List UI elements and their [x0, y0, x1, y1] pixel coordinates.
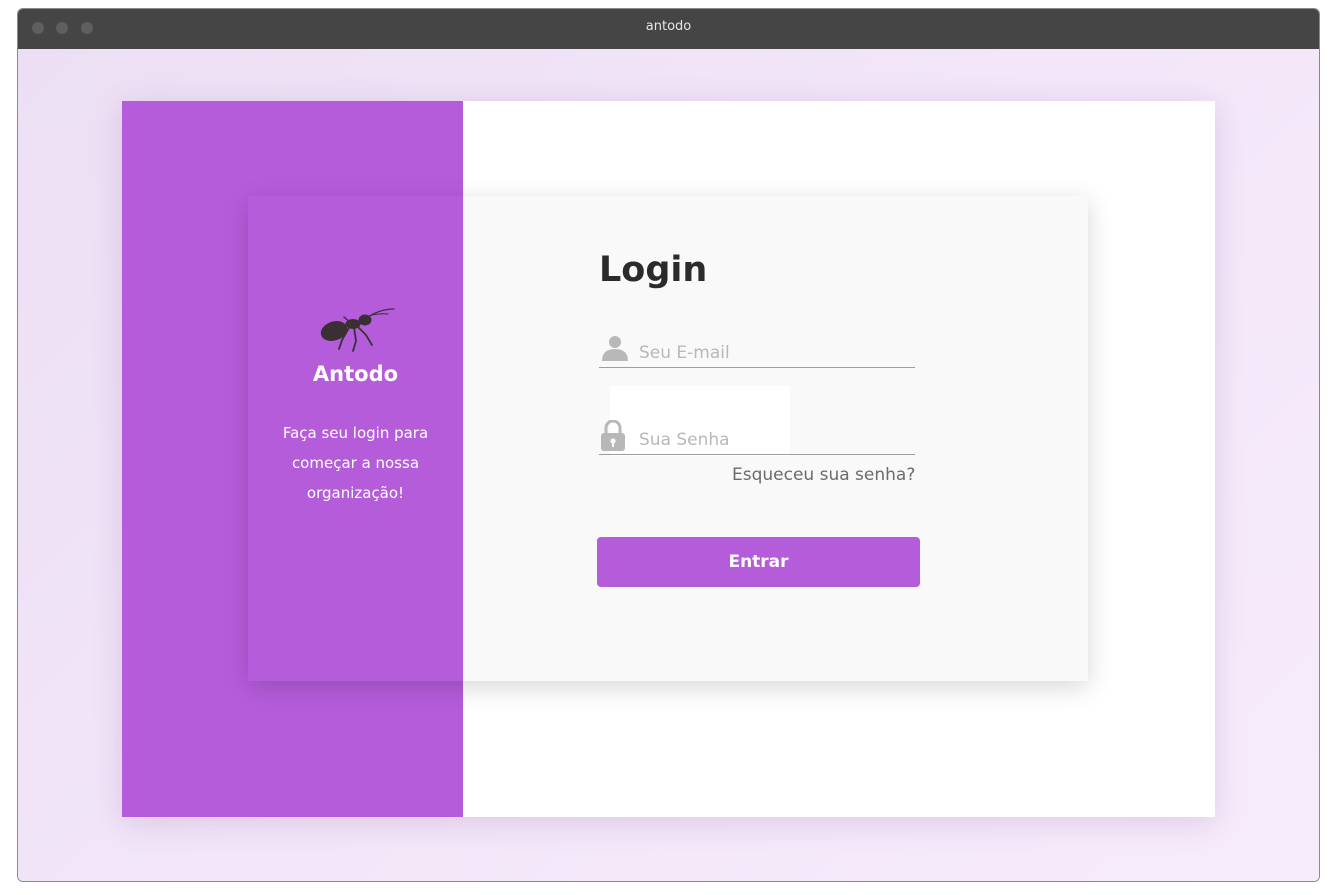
forgot-password-link[interactable]: Esqueceu sua senha? [732, 465, 915, 485]
app-content: Antodo Faça seu login para começar a nos… [18, 49, 1319, 881]
brand-panel: Antodo Faça seu login para começar a nos… [248, 196, 463, 681]
login-card: Antodo Faça seu login para começar a nos… [248, 196, 1088, 681]
user-icon [602, 336, 628, 361]
ant-icon [320, 308, 395, 352]
password-input[interactable] [639, 430, 899, 450]
app-window: antodo Antodo Faça seu login para começa… [17, 8, 1320, 882]
password-field [599, 414, 915, 455]
title-bar: antodo [18, 9, 1319, 49]
email-input[interactable] [639, 343, 899, 363]
login-submit-button[interactable]: Entrar [597, 537, 920, 587]
login-title: Login [599, 250, 708, 290]
brand-tagline: Faça seu login para começar a nossa orga… [282, 424, 429, 502]
window-title: antodo [645, 19, 692, 34]
brand-name: Antodo [312, 362, 399, 386]
lock-icon [601, 420, 625, 451]
email-field [599, 327, 915, 368]
outer-panel: Antodo Faça seu login para começar a nos… [122, 101, 1215, 817]
